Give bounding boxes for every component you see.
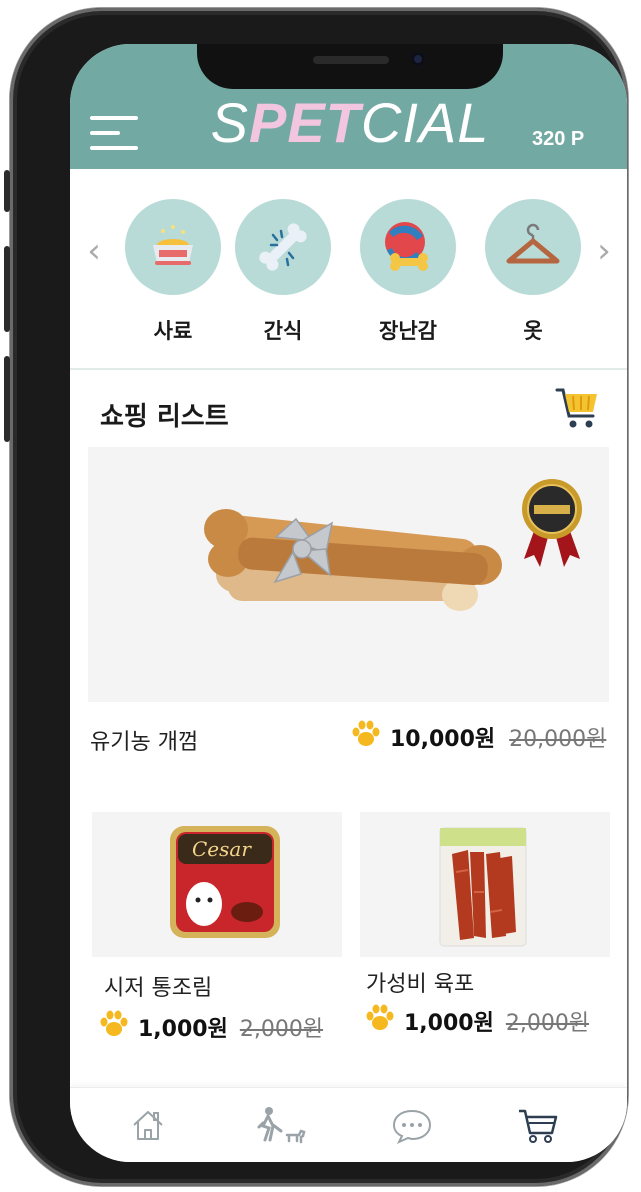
nav-home[interactable] <box>118 1100 178 1150</box>
product-price-jerky: 1,000원 2,000원 <box>364 1004 589 1038</box>
featured-product-card[interactable] <box>88 447 609 702</box>
app-logo: SPETCIAL <box>210 91 490 154</box>
product-card-jerky[interactable] <box>360 812 610 957</box>
volume-up-button <box>4 246 10 332</box>
featured-product-name[interactable]: 유기농 개껌 <box>90 724 198 756</box>
sale-price: 10,000원 <box>390 727 496 752</box>
sale-price: 1,000원 <box>138 1017 228 1042</box>
cart-icon <box>519 1109 558 1143</box>
svg-text:Cesar: Cesar <box>192 837 252 861</box>
category-toy[interactable]: 장난감 <box>358 199 458 345</box>
product-name-cesar[interactable]: 시저 통조림 <box>104 970 212 1002</box>
nav-chat[interactable] <box>382 1100 442 1150</box>
product-card-cesar[interactable]: Cesar <box>92 812 342 957</box>
mute-switch <box>4 170 10 212</box>
sale-price: 1,000원 <box>404 1011 494 1036</box>
product-name-jerky[interactable]: 가성비 육포 <box>366 966 474 998</box>
menu-icon[interactable] <box>90 116 146 152</box>
paw-icon <box>350 720 382 754</box>
volume-down-button <box>4 356 10 442</box>
featured-product-price: 10,000원 20,000원 <box>350 720 606 754</box>
speaker-grille <box>313 56 389 64</box>
phone-notch <box>197 44 503 89</box>
section-divider <box>70 368 627 370</box>
points-balance[interactable]: 320 P <box>532 128 584 151</box>
bone-treat-icon <box>259 223 307 271</box>
shopping-cart-icon[interactable] <box>553 384 601 436</box>
original-price: 2,000원 <box>239 1017 324 1042</box>
ball-toy-icon <box>385 222 428 271</box>
cesar-can-image: Cesar <box>170 826 280 938</box>
product-price-cesar: 1,000원 2,000원 <box>98 1010 323 1044</box>
shopping-list-title: 쇼핑 리스트 <box>100 402 229 432</box>
chevron-left-icon[interactable]: ‹ <box>82 231 106 271</box>
original-price: 2,000원 <box>505 1011 590 1036</box>
nav-cart[interactable] <box>508 1100 568 1150</box>
original-price: 20,000원 <box>509 727 607 752</box>
bottom-navigation <box>70 1087 627 1162</box>
jerky-pack-image <box>439 827 527 947</box>
nav-walk[interactable] <box>252 1100 312 1150</box>
app-screen: SPETCIAL 320 P ‹ › 사료 간식 장난감 옷 쇼핑 리스트 유기… <box>70 44 627 1162</box>
food-bowl-icon <box>153 225 193 265</box>
category-food[interactable]: 사료 <box>123 199 223 345</box>
phone-frame: SPETCIAL 320 P ‹ › 사료 간식 장난감 옷 쇼핑 리스트 유기… <box>4 8 628 1186</box>
chat-icon <box>392 1109 432 1145</box>
paw-icon <box>364 1004 396 1038</box>
hanger-icon <box>506 223 560 264</box>
walk-dog-icon <box>257 1107 306 1144</box>
category-carousel: ‹ › 사료 간식 장난감 옷 <box>70 169 627 369</box>
front-camera <box>411 52 425 66</box>
category-clothes[interactable]: 옷 <box>483 199 583 345</box>
home-icon <box>133 1111 163 1140</box>
premium-quality-badge-icon <box>522 479 582 567</box>
paw-icon <box>98 1010 130 1044</box>
category-snack[interactable]: 간식 <box>233 199 333 345</box>
chevron-right-icon[interactable]: › <box>592 231 616 271</box>
